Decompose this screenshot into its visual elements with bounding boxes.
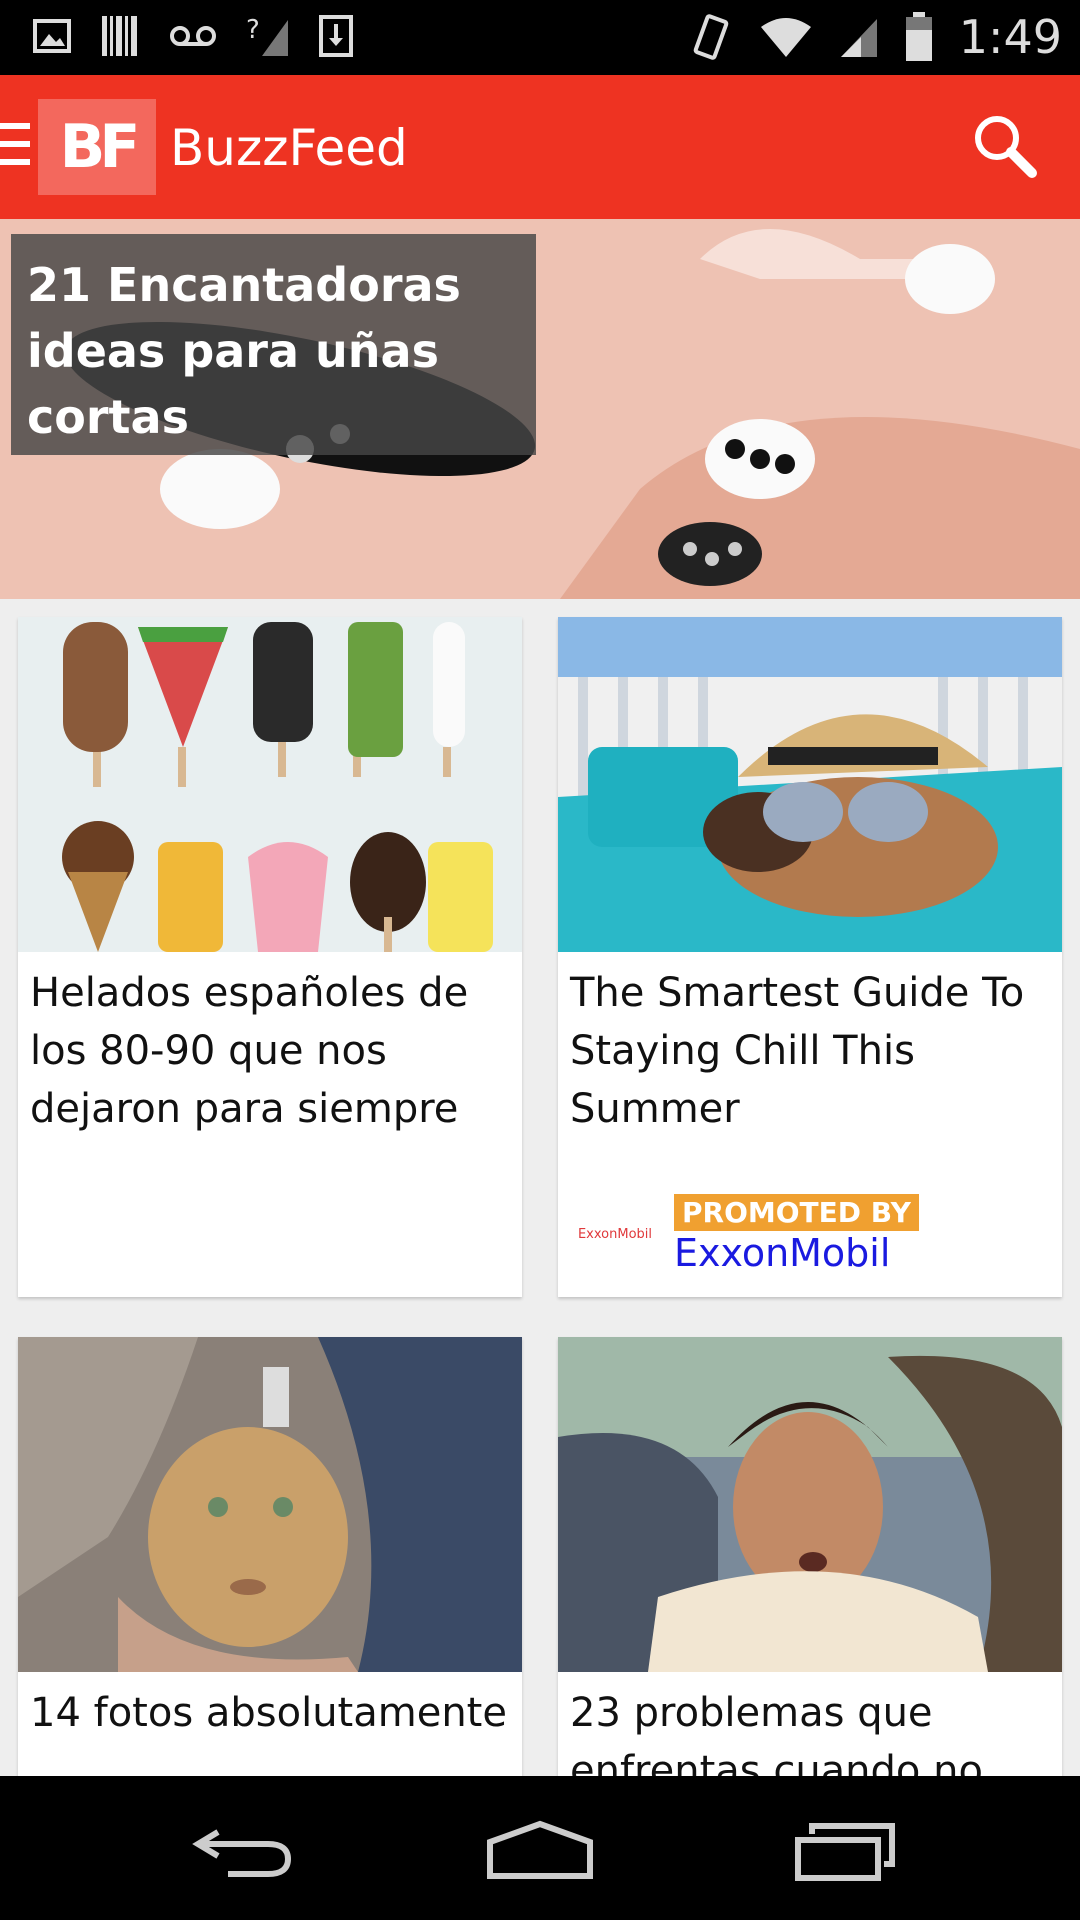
article-card[interactable]: 14 fotos absolutamente bbox=[18, 1337, 522, 1776]
recents-icon[interactable] bbox=[790, 1814, 900, 1884]
sponsor-name[interactable]: ExxonMobil bbox=[674, 1231, 919, 1275]
status-left-icons: ? bbox=[32, 14, 354, 58]
card-title[interactable]: 14 fotos absolutamente bbox=[18, 1672, 522, 1742]
battery-icon bbox=[905, 12, 932, 61]
sponsor-block[interactable]: ExxonMobil PROMOTED BY ExxonMobil bbox=[570, 1194, 919, 1275]
download-icon bbox=[319, 15, 353, 57]
hero-title-box: 21 Encantadoras ideas para uñas cortas bbox=[11, 234, 536, 455]
article-card-promoted[interactable]: The Smartest Guide To Staying Chill This… bbox=[558, 617, 1062, 1297]
home-icon[interactable] bbox=[485, 1814, 595, 1884]
app-bar: BF BuzzFeed bbox=[0, 75, 1080, 219]
clock: 1:49 bbox=[958, 10, 1062, 64]
svg-text:?: ? bbox=[246, 15, 260, 45]
sponsor-text: PROMOTED BY ExxonMobil bbox=[674, 1194, 919, 1275]
voicemail-icon bbox=[170, 26, 216, 46]
sponsor-logo: ExxonMobil bbox=[577, 1227, 653, 1242]
hero-title[interactable]: 21 Encantadoras ideas para uñas cortas bbox=[27, 252, 520, 450]
article-card[interactable]: Helados españoles de los 80-90 que nos d… bbox=[18, 617, 522, 1297]
signal-icon bbox=[840, 19, 877, 57]
card-title[interactable]: Helados españoles de los 80-90 que nos d… bbox=[18, 952, 522, 1138]
vibrate-icon bbox=[693, 14, 729, 60]
search-icon[interactable] bbox=[970, 111, 1040, 181]
gallery-icon bbox=[33, 19, 71, 53]
barcode-icon bbox=[102, 16, 137, 56]
app-title: BuzzFeed bbox=[170, 119, 408, 177]
article-feed[interactable]: 21 Encantadoras ideas para uñas cortas H… bbox=[0, 219, 1080, 1776]
card-image-doll-head bbox=[18, 1337, 522, 1672]
promoted-badge: PROMOTED BY bbox=[674, 1194, 919, 1231]
card-image-dog-with-hat bbox=[558, 617, 1062, 952]
wifi-icon bbox=[760, 18, 811, 57]
article-card[interactable]: 23 problemas que enfrentas cuando no bbox=[558, 1337, 1062, 1776]
back-icon[interactable] bbox=[188, 1814, 298, 1884]
card-title[interactable]: 23 problemas que enfrentas cuando no bbox=[558, 1672, 1062, 1776]
hamburger-menu-icon[interactable] bbox=[0, 123, 30, 169]
card-image-sleeping-woman-car bbox=[558, 1337, 1062, 1672]
card-title[interactable]: The Smartest Guide To Staying Chill This… bbox=[558, 952, 1062, 1138]
hero-article[interactable]: 21 Encantadoras ideas para uñas cortas bbox=[0, 219, 1080, 599]
no-signal-icon: ? bbox=[246, 15, 288, 56]
status-right-icons: 1:49 bbox=[689, 6, 1062, 68]
navigation-bar bbox=[0, 1776, 1080, 1920]
buzzfeed-logo[interactable]: BF bbox=[38, 99, 156, 195]
card-image-popsicles bbox=[18, 617, 522, 952]
status-bar: ? 1:49 bbox=[0, 0, 1080, 75]
